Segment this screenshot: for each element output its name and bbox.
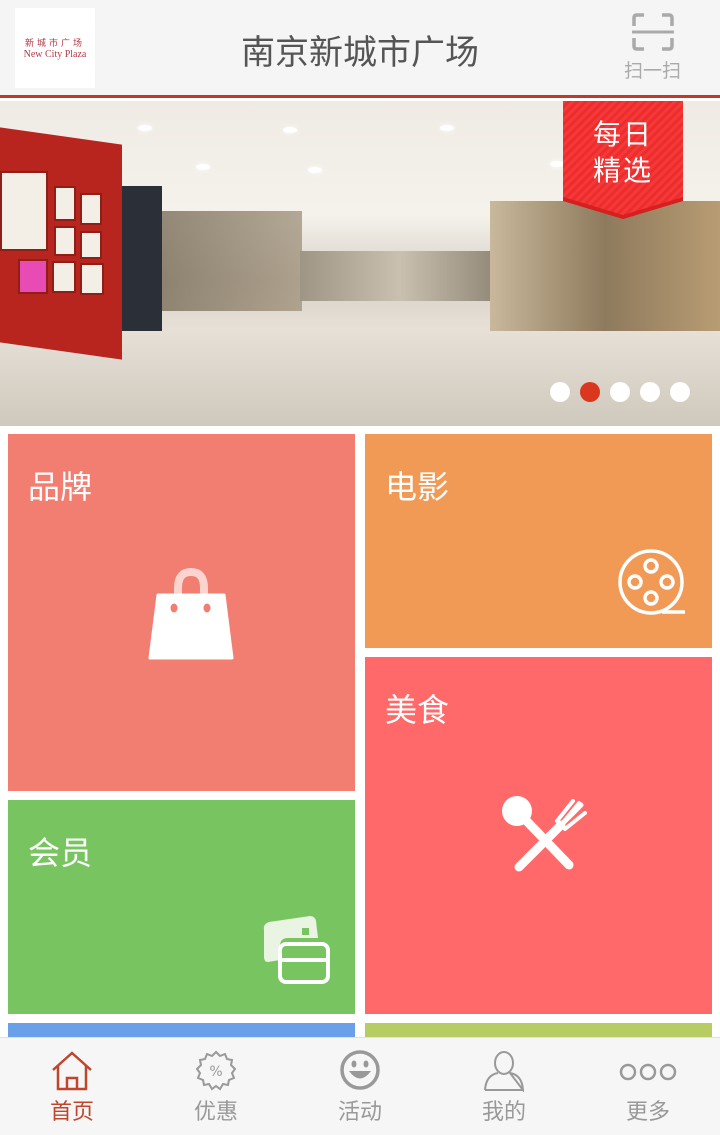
tile-food-label: 美食 [385,691,450,729]
carousel-dot[interactable] [640,382,660,402]
banner-dark-column [122,186,162,331]
scan-label: 扫一扫 [623,60,681,82]
promo-banner[interactable]: 每日 精选 [0,101,720,426]
discount-badge-icon: % [195,1050,237,1091]
tab-more[interactable]: 更多 [576,1038,720,1135]
carousel-dot-active[interactable] [580,382,600,402]
carousel-indicator [550,382,690,402]
svg-text:%: % [209,1064,222,1080]
banner-sign [80,263,104,295]
carousel-dot[interactable] [670,382,690,402]
carousel-dot[interactable] [610,382,630,402]
scan-icon [631,13,674,51]
carousel-dot[interactable] [550,382,570,402]
tab-home[interactable]: 首页 [0,1038,144,1135]
tab-activity[interactable]: 活动 [288,1038,432,1135]
banner-sign [54,226,76,256]
banner-lamp [196,164,210,170]
banner-sign [0,171,48,251]
banner-lamp [283,127,297,133]
tile-movie[interactable]: 电影 [365,434,712,648]
user-icon [484,1051,525,1092]
badge-line-1: 每日 [592,118,653,151]
banner-corridor [300,251,500,301]
more-icon [619,1063,677,1081]
home-icon [52,1051,92,1091]
banner-sign [80,231,102,259]
tile-member[interactable]: 会员 [8,800,355,1014]
tab-discount-label: 优惠 [193,1100,238,1125]
tab-profile-label: 我的 [481,1100,526,1125]
scan-button[interactable]: 扫一扫 [615,12,690,83]
tab-discount[interactable]: % 优惠 [144,1038,288,1135]
film-reel-icon [618,549,685,615]
tab-activity-label: 活动 [337,1100,382,1125]
banner-lamp [550,161,564,167]
banner-lamp [308,167,322,173]
tab-profile[interactable]: 我的 [432,1038,576,1135]
member-card-icon [263,916,330,984]
banner-sign [52,261,76,293]
banner-lamp [138,125,152,131]
banner-shops [162,211,302,311]
tile-movie-label: 电影 [385,468,450,506]
page-title: 南京新城市广场 [241,33,479,73]
tab-more-label: 更多 [625,1100,670,1125]
daily-picks-badge[interactable]: 每日 精选 [563,101,683,219]
banner-lamp [440,125,454,131]
tile-brand-label: 品牌 [28,468,93,506]
tile-food[interactable]: 美食 [365,657,712,1014]
smiley-icon [340,1050,380,1090]
tile-member-label: 会员 [28,834,93,872]
badge-line-2: 精选 [592,154,653,187]
banner-sign [54,186,76,221]
shopping-bag-icon [148,568,234,660]
tab-home-label: 首页 [49,1100,94,1125]
app-header: 新城市广场 New City Plaza 南京新城市广场 扫一扫 [0,0,720,98]
tile-partial-blue[interactable] [8,1023,355,1037]
banner-sign [18,259,48,294]
bottom-tab-bar: 首页 % 优惠 活动 我的 更多 [0,1037,720,1135]
banner-sign [80,193,102,225]
tile-partial-olive[interactable] [365,1023,712,1037]
spoon-fork-icon [502,796,587,872]
banner-right-shops [490,201,720,331]
tile-brand[interactable]: 品牌 [8,434,355,791]
